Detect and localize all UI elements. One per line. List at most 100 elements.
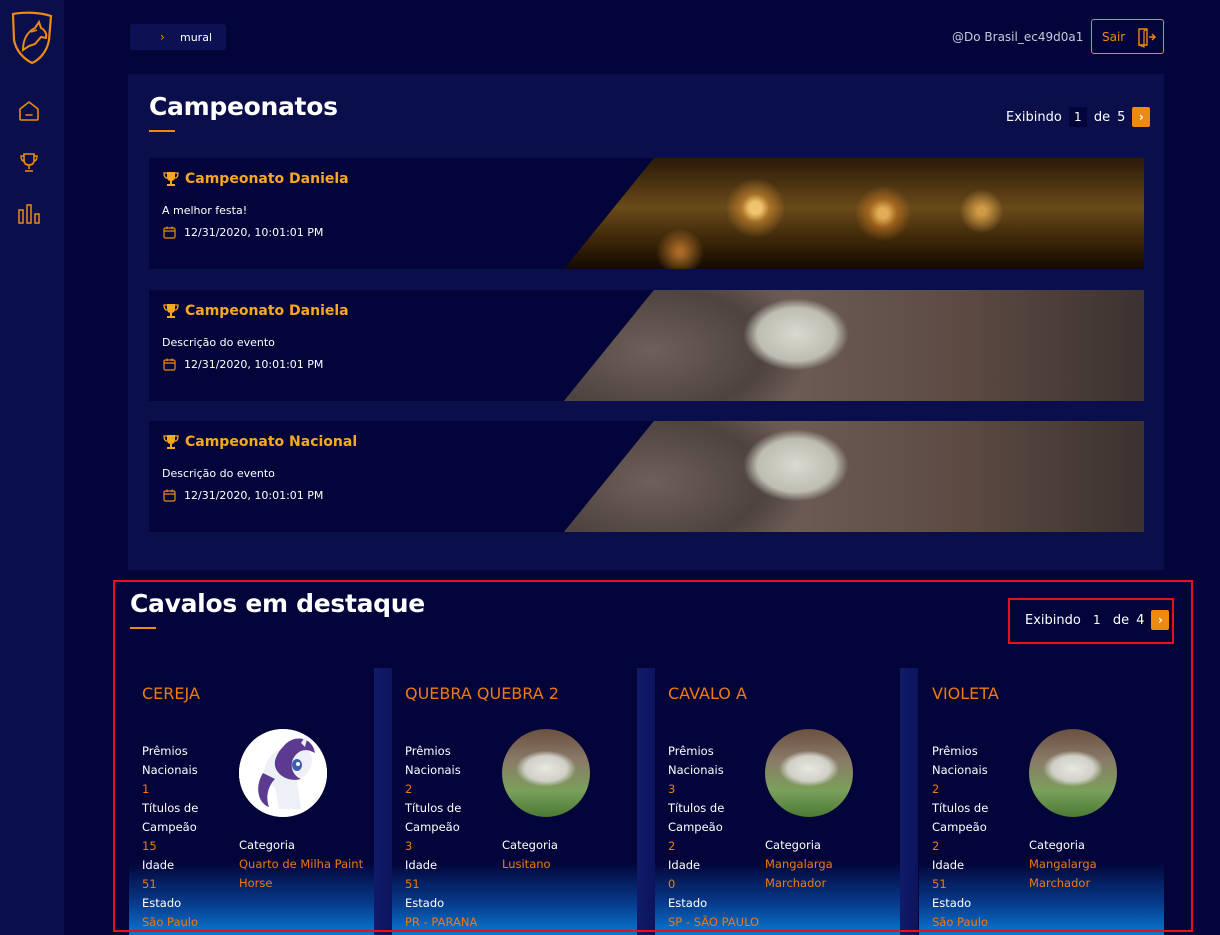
awards-value: 2: [932, 782, 940, 796]
championship-date-text: 12/31/2020, 10:01:01 PM: [184, 226, 324, 239]
titles-label: Títulos de: [668, 801, 725, 815]
username: @Do Brasil_ec49d0a1: [952, 30, 1084, 44]
featured-horses-title: Cavalos em destaque: [130, 589, 425, 618]
pager-next-button[interactable]: ›: [1151, 610, 1170, 630]
national-label: Nacionais: [142, 763, 198, 777]
championship-date: 12/31/2020, 10:01:01 PM: [163, 226, 323, 239]
championship-name-text: Campeonato Daniela: [185, 303, 349, 319]
age-value: 0: [668, 877, 676, 891]
national-label: Nacionais: [668, 763, 724, 777]
championships-title: Campeonatos: [149, 92, 338, 121]
championship-card[interactable]: Campeonato Daniela Descrição do evento 1…: [149, 290, 1144, 401]
horse-card[interactable]: CEREJA Prêmios Nacionais 1 Títulos de Campeão…: [129, 668, 374, 935]
calendar-icon: [163, 358, 176, 371]
national-label: Nacionais: [932, 763, 988, 777]
calendar-icon: [163, 489, 176, 502]
championship-card[interactable]: Campeonato Daniela A melhor festa! 12/31…: [149, 158, 1144, 269]
titles-value: 2: [932, 839, 940, 853]
championship-name-text: Campeonato Nacional: [185, 434, 358, 450]
horse-name: CEREJA: [142, 684, 200, 703]
state-label: Estado: [668, 896, 708, 910]
champion-label: Campeão: [142, 820, 197, 834]
titles-label: Títulos de: [932, 801, 989, 815]
horse-avatar: [239, 729, 327, 817]
pager-showing-label: Exibindo: [1006, 109, 1062, 125]
category-value: Lusitano: [502, 857, 551, 871]
age-label: Idade: [668, 858, 701, 872]
awards-label: Prêmios: [405, 744, 451, 758]
age-label: Idade: [405, 858, 438, 872]
horse-name: VIOLETA: [932, 684, 999, 703]
state-value: SP - SÃO PAULO: [668, 915, 760, 929]
title-underline: [130, 627, 156, 629]
pager-total: 4: [1136, 612, 1145, 628]
championship-description: Descrição do evento: [162, 467, 275, 480]
champion-label: Campeão: [932, 820, 987, 834]
breadcrumb-label: mural: [180, 30, 213, 44]
awards-value: 2: [405, 782, 413, 796]
category-value: Mangalarga Marchador: [765, 857, 833, 890]
championship-image: [564, 421, 1144, 532]
breadcrumb[interactable]: › mural: [130, 24, 226, 50]
titles-value: 15: [142, 839, 157, 853]
horse-avatar: [1029, 729, 1117, 817]
titles-value: 3: [405, 839, 413, 853]
category-value: Quarto de Milha Paint Horse: [239, 857, 364, 890]
horses-pager: Exibindo 1 de 4 ›: [1025, 610, 1170, 630]
category-label: Categoria: [1029, 838, 1085, 852]
logout-icon: [1138, 27, 1157, 48]
category-label: Categoria: [239, 838, 295, 852]
category-label: Categoria: [765, 838, 821, 852]
trophy-icon: [163, 435, 179, 449]
state-label: Estado: [142, 896, 182, 910]
championship-name: Campeonato Daniela: [163, 303, 349, 319]
state-value: São Paulo: [932, 915, 989, 929]
home-icon[interactable]: [16, 98, 42, 124]
horse-card[interactable]: QUEBRA QUEBRA 2 Prêmios Nacionais 2 Títulos …: [392, 668, 637, 935]
horse-card[interactable]: CAVALO A Prêmios Nacionais 3 Títulos de Campe…: [655, 668, 900, 935]
state-label: Estado: [932, 896, 972, 910]
championship-card[interactable]: Campeonato Nacional Descrição do evento …: [149, 421, 1144, 532]
age-value: 51: [405, 877, 420, 891]
horse-name: QUEBRA QUEBRA 2: [405, 684, 559, 703]
champion-label: Campeão: [405, 820, 460, 834]
pager-next-button[interactable]: ›: [1132, 107, 1151, 127]
championship-date-text: 12/31/2020, 10:01:01 PM: [184, 358, 324, 371]
championship-date-text: 12/31/2020, 10:01:01 PM: [184, 489, 324, 502]
championships-pager: Exibindo 1 de 5 ›: [1006, 107, 1151, 127]
champion-label: Campeão: [668, 820, 723, 834]
logout-label: Sair: [1102, 29, 1126, 44]
logout-button[interactable]: Sair: [1091, 19, 1164, 54]
bar-chart-icon[interactable]: [16, 201, 42, 227]
pager-total: 5: [1117, 109, 1126, 125]
awards-value: 3: [668, 782, 676, 796]
horse-card[interactable]: VIOLETA Prêmios Nacionais 2 Títulos de Campeã…: [919, 668, 1164, 935]
chevron-right-icon: ›: [160, 30, 165, 44]
calendar-icon: [163, 226, 176, 239]
pager-of-label: de: [1093, 109, 1111, 125]
championship-date: 12/31/2020, 10:01:01 PM: [163, 358, 323, 371]
category-label: Categoria: [502, 838, 558, 852]
trophy-icon: [163, 304, 179, 318]
championship-date: 12/31/2020, 10:01:01 PM: [163, 489, 323, 502]
awards-label: Prêmios: [142, 744, 188, 758]
horse-logo[interactable]: [9, 10, 55, 65]
trophy-icon[interactable]: [16, 150, 42, 176]
age-label: Idade: [142, 858, 175, 872]
championship-name-text: Campeonato Daniela: [185, 171, 349, 187]
pager-showing-label: Exibindo: [1025, 612, 1081, 628]
horse-avatar: [502, 729, 590, 817]
horse-name: CAVALO A: [668, 684, 747, 703]
state-value: São Paulo: [142, 915, 199, 929]
titles-value: 2: [668, 839, 676, 853]
title-underline: [149, 130, 175, 132]
pager-current: 1: [1087, 610, 1106, 630]
state-value: PR - PARANA: [405, 915, 478, 929]
championship-name: Campeonato Nacional: [163, 434, 357, 450]
age-value: 51: [932, 877, 947, 891]
card-separator: [637, 668, 655, 935]
championship-description: Descrição do evento: [162, 336, 275, 349]
horse-avatar: [765, 729, 853, 817]
championship-image: [564, 290, 1144, 401]
championship-image: [564, 158, 1144, 269]
